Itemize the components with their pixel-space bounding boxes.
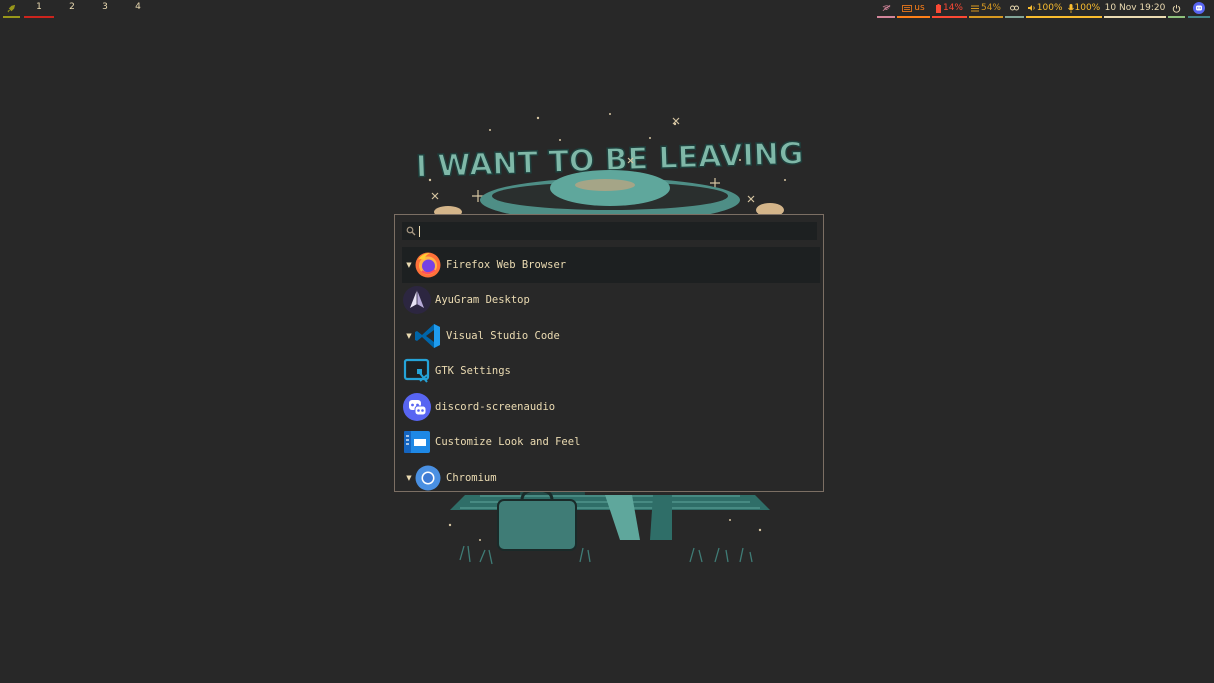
battery-low-icon (935, 3, 941, 13)
keyboard-layout-module[interactable]: us (897, 0, 930, 18)
memory-percent-text: 54% (980, 2, 1001, 13)
microphone-icon (1067, 3, 1074, 13)
link-icon (1010, 5, 1019, 11)
app-label: Firefox Web Browser (446, 258, 567, 271)
speaker-icon (1027, 5, 1035, 11)
search-icon (406, 226, 416, 236)
battery-percent-text: 14% (942, 2, 963, 13)
volume-text: 100% (1036, 2, 1063, 13)
app-label: Visual Studio Code (446, 329, 560, 342)
wifi-off-icon (882, 4, 890, 12)
app-item-gtk-settings[interactable]: GTK Settings (402, 354, 820, 390)
keyboard-icon (902, 4, 913, 12)
search-bar (402, 222, 817, 240)
network-module[interactable] (877, 0, 895, 18)
app-label: Chromium (446, 471, 497, 484)
firefox-icon (415, 252, 441, 278)
app-label: AyuGram Desktop (435, 294, 530, 307)
tray-discord[interactable] (1188, 0, 1210, 18)
keyboard-layout-text: us (914, 2, 925, 13)
volume-control[interactable]: 100% (1027, 1, 1063, 16)
workspace-1[interactable]: 1 (24, 0, 54, 18)
app-item-chromium[interactable]: ▼ Chromium (402, 460, 820, 496)
app-item-ayugram[interactable]: AyuGram Desktop (402, 283, 820, 319)
discord-tray-icon (1193, 2, 1205, 14)
microphone-control[interactable]: 100% (1067, 1, 1101, 16)
app-label: Customize Look and Feel (435, 436, 581, 449)
app-item-customize-look-and-feel[interactable]: Customize Look and Feel (402, 425, 820, 461)
memory-icon (970, 5, 979, 11)
app-item-vscode[interactable]: ▼ Visual Studio Code (402, 318, 820, 354)
clock-text: 10 Nov 19:20 (1104, 2, 1166, 13)
rocket-icon (7, 4, 16, 12)
expand-arrow-icon[interactable]: ▼ (404, 332, 414, 340)
app-launcher-button[interactable] (3, 0, 20, 18)
power-icon (1172, 4, 1181, 13)
workspace-4[interactable]: 4 (123, 0, 153, 16)
app-label: discord-screenaudio (435, 400, 556, 413)
expand-arrow-icon[interactable]: ▼ (404, 474, 414, 482)
battery-module[interactable]: 14% (932, 0, 967, 18)
power-button[interactable] (1168, 0, 1185, 18)
vscode-icon (415, 323, 440, 348)
app-item-firefox[interactable]: ▼ Firefox Web Browser (402, 247, 820, 283)
clock-module[interactable]: 10 Nov 19:20 (1104, 0, 1166, 18)
audio-module[interactable]: 100% 100% (1026, 0, 1102, 18)
app-list: ▼ Firefox Web Browser AyuGram Desktop ▼ (402, 247, 820, 496)
expand-arrow-icon[interactable]: ▼ (404, 261, 414, 269)
workspace-2[interactable]: 2 (57, 0, 87, 16)
customize-icon (404, 431, 430, 454)
top-bar: 1 2 3 4 us 14% 54% 100% 100% 10 Nov 19:2… (0, 0, 1214, 18)
microphone-text: 100% (1074, 2, 1101, 13)
discord-icon (403, 392, 431, 421)
gtk-settings-icon (403, 359, 430, 383)
ayugram-icon (403, 286, 431, 315)
memory-module[interactable]: 54% (969, 0, 1003, 18)
workspace-3[interactable]: 3 (90, 0, 120, 16)
connection-module[interactable] (1005, 0, 1024, 18)
search-input[interactable] (419, 225, 800, 237)
app-label: GTK Settings (435, 365, 511, 378)
app-launcher-window: ▼ Firefox Web Browser AyuGram Desktop ▼ (394, 214, 824, 492)
chromium-icon (415, 465, 441, 491)
app-item-discord-screenaudio[interactable]: discord-screenaudio (402, 389, 820, 425)
